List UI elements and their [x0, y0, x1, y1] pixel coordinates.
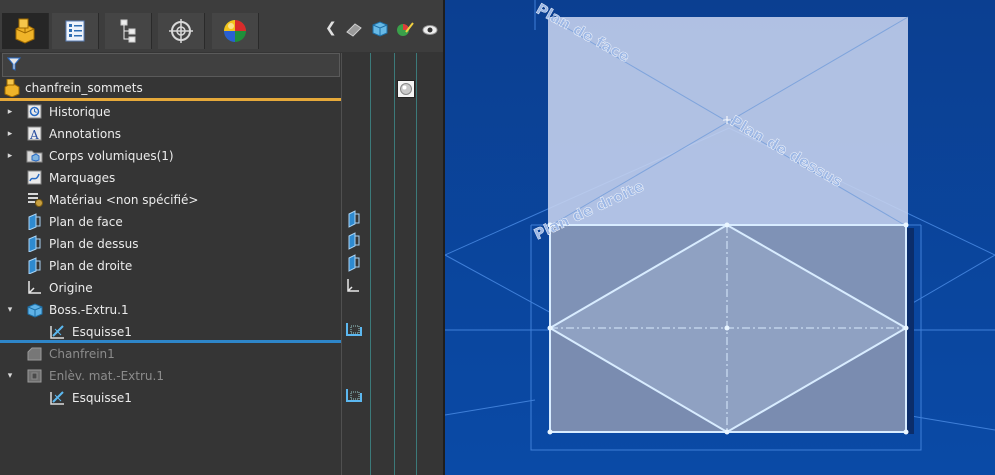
tree-item[interactable]: Plan de droite — [0, 255, 341, 277]
display-style-cube-icon[interactable] — [371, 20, 389, 38]
tree-item-label: Boss.-Extru.1 — [49, 303, 129, 317]
tree-item-label: Historique — [49, 105, 111, 119]
tree-item-label: Esquisse1 — [72, 325, 132, 339]
column-guide — [416, 53, 417, 475]
tree-item-label: Marquages — [49, 171, 116, 185]
tree-item[interactable]: ▸ Historique — [0, 101, 341, 123]
svg-text:A: A — [29, 128, 39, 142]
tree-item-label: Enlèv. mat.-Extru.1 — [49, 369, 164, 383]
tree-item[interactable]: ▸ A Annotations — [0, 123, 341, 145]
rollback-bar[interactable] — [0, 340, 341, 343]
plane-icon — [348, 210, 360, 228]
origin-icon — [347, 279, 359, 292]
tree-item[interactable]: Origine — [0, 277, 341, 299]
tree-item-label: Annotations — [49, 127, 122, 141]
manager-tab-bar: ❮ — [0, 0, 443, 52]
sketch-icon — [346, 389, 362, 402]
view-settings-eye-icon[interactable] — [421, 20, 439, 38]
plane-icon — [348, 254, 360, 272]
expand-arrow-icon[interactable]: ▸ — [5, 129, 15, 139]
collapse-arrow-icon[interactable]: ▾ — [5, 371, 15, 381]
tree-item-label: Plan de dessus — [49, 237, 139, 251]
sketch-icon — [346, 323, 362, 336]
appearance-sphere-icon — [224, 20, 246, 42]
chevron-left-icon[interactable]: ❮ — [325, 20, 337, 36]
tree-item[interactable]: Matériau <non spécifié> — [0, 189, 341, 211]
part-body[interactable] — [547, 222, 915, 435]
history-icon — [27, 104, 42, 119]
edit-appearance-icon[interactable] — [396, 20, 414, 38]
expand-arrow-icon[interactable]: ▸ — [5, 151, 15, 161]
part-icon — [4, 79, 20, 97]
cut-extrude-icon — [27, 369, 42, 383]
sketch-icon — [50, 325, 64, 339]
part-tree-icon — [15, 18, 35, 44]
annotations-icon: A — [27, 126, 42, 142]
chamfer-icon — [27, 347, 42, 361]
tree-item-label: Origine — [49, 281, 93, 295]
tree-item[interactable]: Chanfrein1 — [0, 343, 341, 365]
tree-item-label: Matériau <non spécifié> — [49, 193, 199, 207]
appearance-swatch[interactable] — [397, 80, 415, 98]
display-manager-tab[interactable] — [212, 13, 259, 49]
tree-item-label: Corps volumiques(1) — [49, 149, 174, 163]
configuration-tree-icon — [120, 19, 136, 43]
tree-item-label: Esquisse1 — [72, 391, 132, 405]
plane-icon — [28, 257, 41, 274]
tree-item[interactable]: Marquages — [0, 167, 341, 189]
tree-root-part[interactable]: chanfrein_sommets — [0, 78, 341, 98]
tree-item-label: Plan de face — [49, 215, 123, 229]
dimxpert-tab[interactable] — [158, 13, 205, 49]
expand-arrow-icon[interactable]: ▸ — [5, 107, 15, 117]
origin-icon — [28, 281, 41, 294]
boss-extrude-icon — [27, 303, 43, 318]
propertymanager-tab[interactable] — [52, 13, 99, 49]
tree-item-label: Chanfrein1 — [49, 347, 115, 361]
feature-manager-panel: ❮ chanfrein_sommets ▸ Historique ▸ A Annotat… — [0, 0, 444, 475]
root-part-label: chanfrein_sommets — [25, 81, 143, 95]
sketch-icon — [50, 391, 64, 405]
sphere-appearance-icon — [400, 83, 412, 95]
column-guide — [370, 53, 371, 475]
column-guide — [394, 53, 395, 475]
plane-icon — [28, 213, 41, 230]
crosshair-target-icon — [169, 19, 193, 43]
markups-icon — [27, 170, 42, 185]
material-icon — [28, 193, 43, 207]
tree-item[interactable]: Plan de face — [0, 211, 341, 233]
featuremanager-tab[interactable] — [2, 13, 49, 49]
tree-item[interactable]: Esquisse1 — [0, 387, 341, 409]
plane-icon — [28, 235, 41, 252]
filter-funnel-icon — [7, 57, 21, 71]
tree-item[interactable]: ▾ Boss.-Extru.1 — [0, 299, 341, 321]
tree-item[interactable]: Plan de dessus — [0, 233, 341, 255]
tree-item[interactable]: ▾ Enlèv. mat.-Extru.1 — [0, 365, 341, 387]
graphics-viewport[interactable]: Plan de face Plan de dessus Plan de droi… — [445, 0, 995, 475]
tree-filter-input[interactable] — [2, 53, 340, 77]
configurationmanager-tab[interactable] — [105, 13, 152, 49]
solid-bodies-folder-icon — [26, 150, 43, 163]
plane-icon — [348, 232, 360, 250]
collapse-arrow-icon[interactable]: ▾ — [5, 305, 15, 315]
hide-show-items-icon[interactable] — [345, 20, 363, 38]
tree-item[interactable]: ▸ Corps volumiques(1) — [0, 145, 341, 167]
tree-column-pane — [341, 53, 444, 475]
property-list-icon — [65, 20, 85, 42]
tree-item-label: Plan de droite — [49, 259, 133, 273]
